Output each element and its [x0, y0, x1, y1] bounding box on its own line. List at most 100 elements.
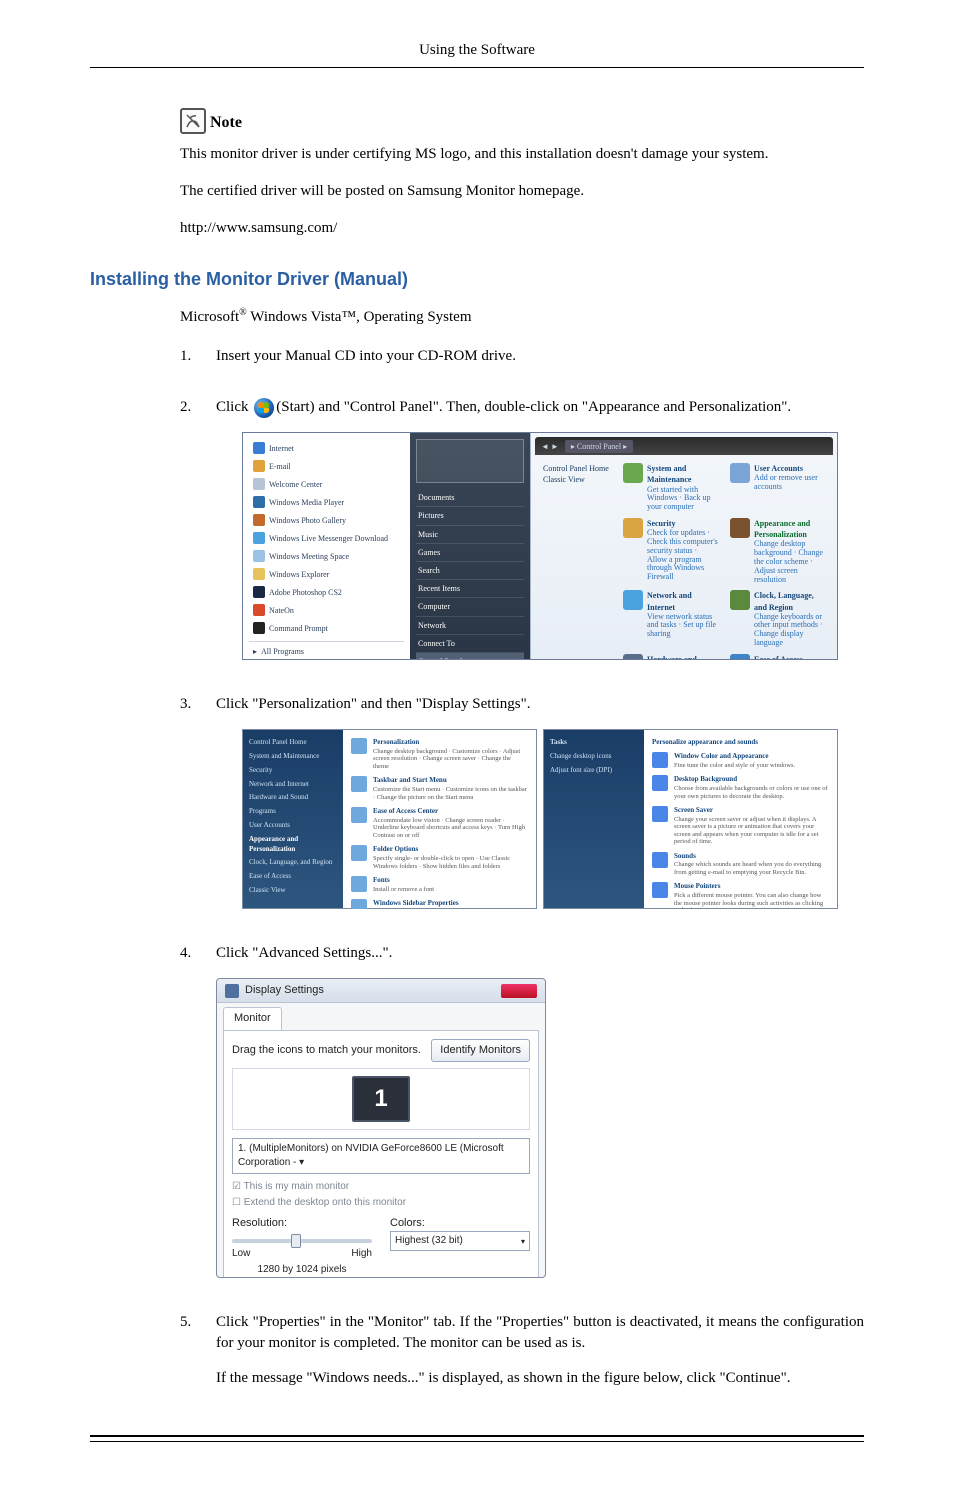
smr-connect: Connect To: [416, 635, 524, 653]
sm-internet: Internet: [269, 443, 294, 454]
os-suffix: Windows Vista™, Operating System: [247, 309, 472, 325]
resolution-value: 1280 by 1024 pixels: [232, 1263, 372, 1277]
colors-value: Highest (32 bit): [395, 1234, 463, 1248]
smr-music: Music: [416, 526, 524, 544]
step-4-text: Click "Advanced Settings...".: [216, 943, 864, 964]
screenshot-step-4: Display Settings Monitor Drag the icons …: [216, 978, 546, 1278]
step-3-text: Click "Personalization" and then "Displa…: [216, 694, 864, 715]
start-menu-right: Documents Pictures Music Games Search Re…: [410, 433, 530, 659]
smr-search: Search: [416, 562, 524, 580]
sm-nateon: NateOn: [269, 605, 294, 616]
smr-network: Network: [416, 617, 524, 635]
s3-side-item: Hardware and Sound: [249, 791, 337, 805]
s3-left-item: FontsInstall or remove a font: [351, 876, 528, 893]
step-5-text-1: Click "Properties" in the "Monitor" tab.…: [216, 1312, 864, 1354]
display-settings-title: Display Settings: [245, 983, 324, 998]
step-5-text-2: If the message "Windows needs..." is dis…: [216, 1368, 864, 1389]
screenshot-step-3: Control Panel HomeSystem and Maintenance…: [242, 729, 838, 909]
s3-side-item: Appearance and Personalization: [249, 833, 337, 857]
start-menu-left: Internet E-mail Welcome Center Windows M…: [243, 433, 410, 659]
step-3-num: 3.: [180, 694, 198, 715]
chk-extend-desktop[interactable]: ☐ Extend the desktop onto this monitor: [232, 1196, 530, 1210]
sm-wmp: Windows Media Player: [269, 497, 344, 508]
s3-right-item: SoundsChange which sounds are heard when…: [652, 852, 829, 877]
step-2-text-b: (Start) and "Control Panel". Then, doubl…: [276, 399, 791, 415]
note-url: http://www.samsung.com/: [180, 218, 864, 239]
s3-side-item: Classic View: [249, 884, 337, 898]
s3-left-item: Taskbar and Start MenuCustomize the Star…: [351, 776, 528, 801]
footer-rule: [90, 1435, 864, 1442]
sm-allprog: All Programs: [261, 646, 304, 657]
page-header: Using the Software: [90, 40, 864, 68]
smr-documents: Documents: [416, 489, 524, 507]
sm-explorer: Windows Explorer: [269, 569, 329, 580]
note-icon: [180, 108, 206, 134]
step-1-num: 1.: [180, 346, 198, 367]
reg-mark: ®: [239, 307, 247, 318]
step-5-num: 5.: [180, 1312, 198, 1333]
smr-games: Games: [416, 544, 524, 562]
step-2-text: Click (Start) and "Control Panel". Then,…: [216, 397, 864, 418]
step-4-num: 4.: [180, 943, 198, 964]
sm-meeting: Windows Meeting Space: [269, 551, 349, 562]
tab-monitor[interactable]: Monitor: [223, 1007, 282, 1029]
s3-side-item: Clock, Language, and Region: [249, 856, 337, 870]
os-line: Microsoft® Windows Vista™, Operating Sys…: [180, 306, 864, 328]
colors-select[interactable]: Highest (32 bit) ▾: [390, 1231, 530, 1251]
cp-category: User AccountsAdd or remove user accounts: [730, 463, 825, 512]
s3-side-item: Network and Internet: [249, 778, 337, 792]
smr-computer: Computer: [416, 598, 524, 616]
smr-controlpanel: Control Panel: [416, 653, 524, 660]
identify-monitors-button[interactable]: Identify Monitors: [431, 1039, 530, 1062]
cp-home: Control Panel Home: [543, 463, 613, 474]
s3-side-item: Ease of Access: [249, 870, 337, 884]
s3-side-item: User Accounts: [249, 819, 337, 833]
resolution-slider[interactable]: [232, 1239, 372, 1243]
display-settings-icon: [225, 984, 239, 998]
step-1-text: Insert your Manual CD into your CD-ROM d…: [216, 346, 864, 367]
colors-label: Colors:: [390, 1216, 530, 1231]
cp-category: Appearance and PersonalizationChange des…: [730, 518, 825, 584]
s3-right-heading: Personalize appearance and sounds: [652, 738, 829, 748]
step-2-num: 2.: [180, 397, 198, 418]
s3-left-item: PersonalizationChange desktop background…: [351, 738, 528, 770]
s3-right-item: Screen SaverChange your screen saver or …: [652, 806, 829, 846]
sm-welcome: Welcome Center: [269, 479, 322, 490]
s3-task-dpi: Adjust font size (DPI): [550, 764, 638, 778]
drag-hint: Drag the icons to match your monitors.: [232, 1043, 421, 1058]
s3-left-item: Folder OptionsSpecify single- or double-…: [351, 845, 528, 870]
s3-tasks: Tasks: [550, 736, 638, 750]
resolution-label: Resolution:: [232, 1216, 372, 1231]
s3-side-item: System and Maintenance: [249, 750, 337, 764]
section-heading: Installing the Monitor Driver (Manual): [90, 267, 864, 292]
close-icon[interactable]: [501, 984, 537, 998]
screenshot-step-2: Internet E-mail Welcome Center Windows M…: [242, 432, 838, 660]
start-orb-icon: [254, 398, 274, 418]
sm-ps: Adobe Photoshop CS2: [269, 587, 342, 598]
cp-category: Network and InternetView network status …: [623, 590, 718, 648]
sm-photo: Windows Photo Gallery: [269, 515, 346, 526]
cp-category: SecurityCheck for updates · Check this c…: [623, 518, 718, 584]
note-label: Note: [210, 112, 242, 134]
smr-pictures: Pictures: [416, 507, 524, 525]
cp-category: Hardware and SoundPlay CDs or other medi…: [623, 654, 718, 660]
s3-left-item: Ease of Access CenterAccommodate low vis…: [351, 807, 528, 839]
smr-recent: Recent Items: [416, 580, 524, 598]
s3-side-item: Programs: [249, 805, 337, 819]
sm-live: Windows Live Messenger Download: [269, 533, 388, 544]
monitor-thumb[interactable]: 1: [352, 1076, 410, 1122]
s3-side-item: Security: [249, 764, 337, 778]
os-prefix: Microsoft: [180, 309, 239, 325]
cp-category: System and MaintenanceGet started with W…: [623, 463, 718, 512]
slider-high: High: [351, 1247, 372, 1261]
cp-breadcrumb: ▸ Control Panel ▸: [565, 440, 633, 453]
s3-left-item: Windows Sidebar PropertiesAdd gadgets to…: [351, 899, 528, 909]
chk-main-monitor[interactable]: ☑ This is my main monitor: [232, 1180, 530, 1194]
monitor-select[interactable]: 1. (MultipleMonitors) on NVIDIA GeForce8…: [232, 1138, 530, 1174]
cp-category: Clock, Language, and RegionChange keyboa…: [730, 590, 825, 648]
step-2-text-a: Click: [216, 399, 252, 415]
note-line-2: The certified driver will be posted on S…: [180, 181, 864, 202]
chevron-down-icon: ▾: [521, 1236, 525, 1247]
s3-right-item: Window Color and AppearanceFine tune the…: [652, 752, 829, 769]
cp-classic: Classic View: [543, 474, 613, 485]
